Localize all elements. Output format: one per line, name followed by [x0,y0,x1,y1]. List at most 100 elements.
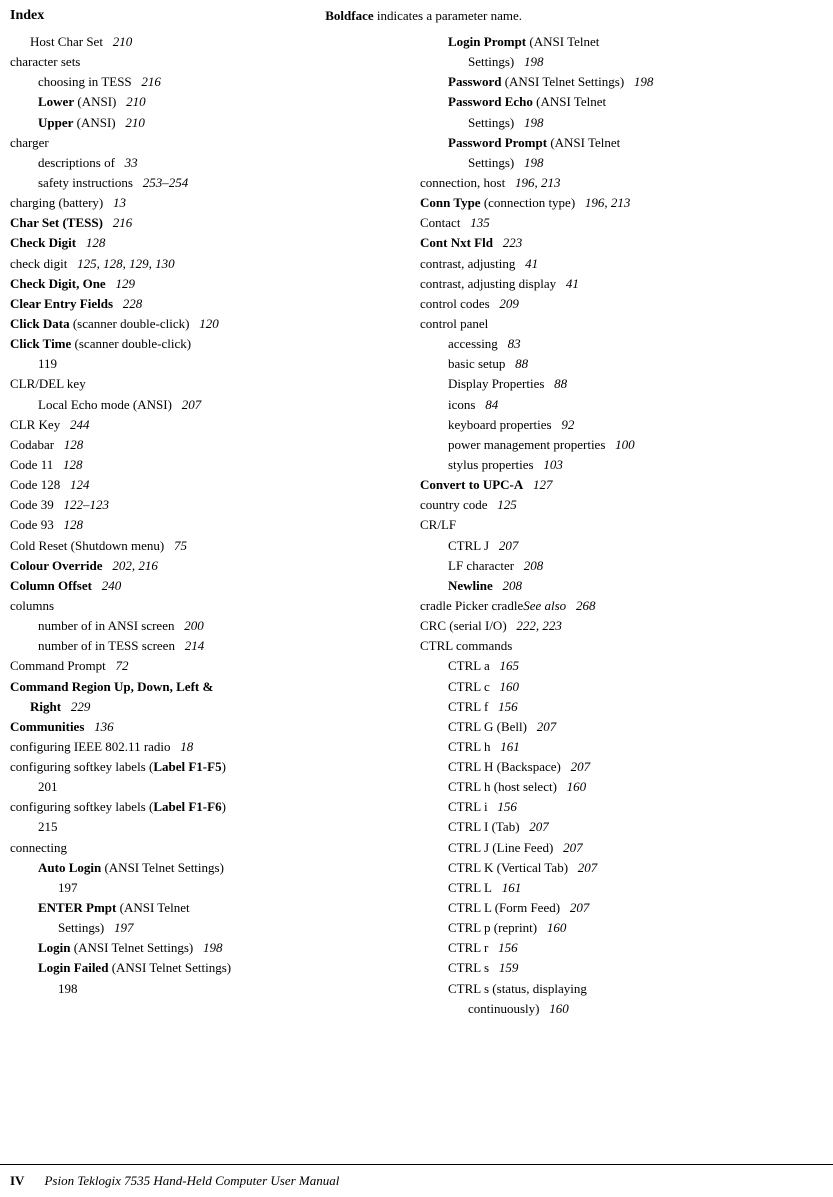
list-item: accessing 83 [420,334,810,354]
list-item: CTRL G (Bell) 207 [420,717,810,737]
list-item: charger [10,133,400,153]
list-item: Host Char Set 210 [10,32,400,52]
list-item: Settings) 197 [10,918,400,938]
list-item: CRC (serial I/O) 222, 223 [420,616,810,636]
list-item: safety instructions 253–254 [10,173,400,193]
list-item: Check Digit 128 [10,233,400,253]
list-item: Login Failed (ANSI Telnet Settings) [10,958,400,978]
list-item: CTRL c 160 [420,677,810,697]
list-item: CTRL J 207 [420,536,810,556]
list-item: Password Prompt (ANSI Telnet [420,133,810,153]
list-item: Click Data (scanner double-click) 120 [10,314,400,334]
list-item: Command Prompt 72 [10,656,400,676]
list-item: check digit 125, 128, 129, 130 [10,254,400,274]
list-item: Char Set (TESS) 216 [10,213,400,233]
list-item: basic setup 88 [420,354,810,374]
list-item: Password Echo (ANSI Telnet [420,92,810,112]
list-item: configuring softkey labels (Label F1-F5) [10,757,400,777]
list-item: control codes 209 [420,294,810,314]
list-item: Communities 136 [10,717,400,737]
list-item: connecting [10,838,400,858]
list-item: CR/LF [420,515,810,535]
list-item: Cont Nxt Fld 223 [420,233,810,253]
footer-page-number: IV [10,1173,24,1189]
list-item: Code 11 128 [10,455,400,475]
list-item: CTRL h 161 [420,737,810,757]
list-item: Column Offset 240 [10,576,400,596]
list-item: contrast, adjusting 41 [420,254,810,274]
list-item: Code 93 128 [10,515,400,535]
boldface-label: Boldface [325,8,373,23]
list-item: CTRL i 156 [420,797,810,817]
list-item: LF character 208 [420,556,810,576]
list-item: continuously) 160 [420,999,810,1019]
list-item: configuring IEEE 802.11 radio 18 [10,737,400,757]
list-item: choosing in TESS 216 [10,72,400,92]
list-item: Conn Type (connection type) 196, 213 [420,193,810,213]
page: Index Boldface indicates a parameter nam… [0,0,833,1197]
list-item: connection, host 196, 213 [420,173,810,193]
list-item: Convert to UPC-A 127 [420,475,810,495]
header: Index Boldface indicates a parameter nam… [0,0,833,28]
list-item: Password (ANSI Telnet Settings) 198 [420,72,810,92]
list-item: Colour Override 202, 216 [10,556,400,576]
list-item: CTRL J (Line Feed) 207 [420,838,810,858]
content-area: Host Char Set 210character setschoosing … [0,28,833,1049]
footer-book-title: Psion Teklogix 7535 Hand-Held Computer U… [44,1173,339,1189]
footer: IV Psion Teklogix 7535 Hand-Held Compute… [0,1164,833,1197]
list-item: CTRL K (Vertical Tab) 207 [420,858,810,878]
list-item: power management properties 100 [420,435,810,455]
list-item: stylus properties 103 [420,455,810,475]
list-item: CTRL s (status, displaying [420,979,810,999]
list-item: keyboard properties 92 [420,415,810,435]
list-item: 197 [10,878,400,898]
list-item: CTRL f 156 [420,697,810,717]
list-item: 215 [10,817,400,837]
list-item: contrast, adjusting display 41 [420,274,810,294]
list-item: Code 128 124 [10,475,400,495]
list-item: Auto Login (ANSI Telnet Settings) [10,858,400,878]
list-item: number of in ANSI screen 200 [10,616,400,636]
list-item: Click Time (scanner double-click) [10,334,400,354]
index-heading: Index [10,8,44,24]
list-item: descriptions of 33 [10,153,400,173]
list-item: cradle Picker cradleSee also 268 [420,596,810,616]
list-item: Settings) 198 [420,153,810,173]
list-item: CLR Key 244 [10,415,400,435]
list-item: Newline 208 [420,576,810,596]
list-item: CTRL h (host select) 160 [420,777,810,797]
list-item: character sets [10,52,400,72]
list-item: configuring softkey labels (Label F1-F6) [10,797,400,817]
list-item: CTRL L 161 [420,878,810,898]
list-item: icons 84 [420,395,810,415]
list-item: Settings) 198 [420,52,810,72]
list-item: CTRL p (reprint) 160 [420,918,810,938]
header-tagline: Boldface indicates a parameter name. [44,8,803,24]
list-item: Command Region Up, Down, Left & [10,677,400,697]
list-item: CTRL H (Backspace) 207 [420,757,810,777]
list-item: country code 125 [420,495,810,515]
list-item: Cold Reset (Shutdown menu) 75 [10,536,400,556]
right-column: Login Prompt (ANSI TelnetSettings) 198Pa… [410,32,810,1019]
list-item: charging (battery) 13 [10,193,400,213]
list-item: CTRL L (Form Feed) 207 [420,898,810,918]
list-item: number of in TESS screen 214 [10,636,400,656]
list-item: ENTER Pmpt (ANSI Telnet [10,898,400,918]
list-item: 119 [10,354,400,374]
list-item: 201 [10,777,400,797]
list-item: Local Echo mode (ANSI) 207 [10,395,400,415]
list-item: Lower (ANSI) 210 [10,92,400,112]
list-item: Login (ANSI Telnet Settings) 198 [10,938,400,958]
list-item: Codabar 128 [10,435,400,455]
list-item: Clear Entry Fields 228 [10,294,400,314]
list-item: CLR/DEL key [10,374,400,394]
list-item: 198 [10,979,400,999]
list-item: Contact 135 [420,213,810,233]
list-item: control panel [420,314,810,334]
list-item: columns [10,596,400,616]
list-item: CTRL commands [420,636,810,656]
list-item: Check Digit, One 129 [10,274,400,294]
list-item: Settings) 198 [420,113,810,133]
list-item: CTRL r 156 [420,938,810,958]
list-item: Right 229 [10,697,400,717]
